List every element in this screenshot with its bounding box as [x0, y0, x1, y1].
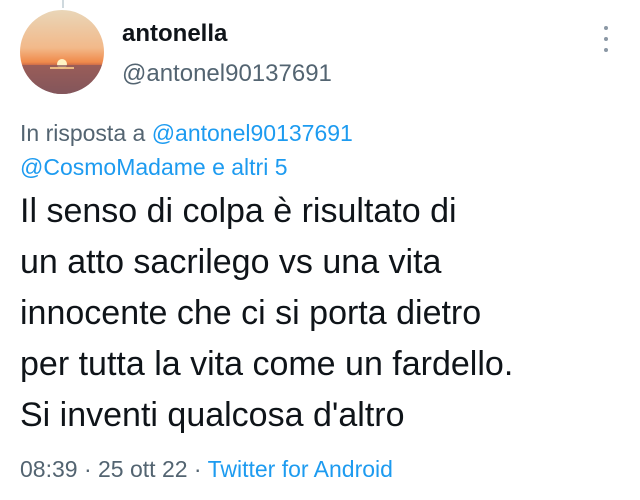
tweet-text-line: Si inventi qualcosa d'altro — [20, 396, 405, 434]
tweet-text-line: un atto sacrilego vs una vita — [20, 243, 442, 281]
tweet-meta: 08:39 · 25 ott 22 · Twitter for Android — [20, 456, 620, 483]
reply-context: In risposta a @antonel90137691 @CosmoMad… — [20, 116, 620, 184]
tweet-date[interactable]: 25 ott 22 — [98, 456, 188, 482]
tweet-text-line: per tutta la vita come un fardello. — [20, 345, 514, 383]
author-display-name[interactable]: antonella — [122, 20, 227, 48]
reply-mention-link[interactable]: @antonel90137691 — [152, 120, 353, 146]
tweet-text: Il senso di colpa è risultato di un atto… — [20, 186, 630, 441]
sunset-avatar-icon — [20, 10, 104, 94]
reply-others-link[interactable]: @CosmoMadame e altri 5 — [20, 154, 288, 180]
avatar[interactable] — [20, 10, 104, 94]
reply-prefix: In risposta a — [20, 120, 152, 146]
tweet-text-line: innocente che ci si porta dietro — [20, 294, 482, 332]
meta-separator: · — [187, 456, 208, 482]
tweet-time[interactable]: 08:39 — [20, 456, 78, 482]
tweet-source-link[interactable]: Twitter for Android — [208, 456, 393, 482]
tweet-text-line: Il senso di colpa è risultato di — [20, 192, 457, 230]
more-vertical-icon[interactable] — [596, 26, 616, 52]
thread-connector-line — [62, 0, 64, 8]
meta-separator: · — [77, 456, 99, 482]
author-handle[interactable]: @antonel90137691 — [122, 60, 332, 88]
